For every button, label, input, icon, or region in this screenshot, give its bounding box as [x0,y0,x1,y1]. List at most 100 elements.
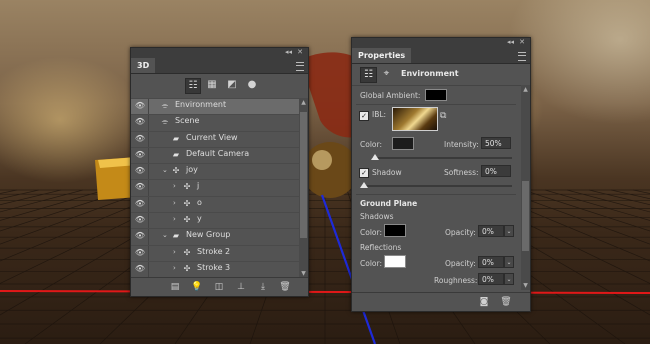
mesh-icon: ✣ [172,166,180,176]
color-label: Color: [360,140,382,149]
visibility-eye-icon[interactable]: 👁 [134,231,146,241]
intensity-field[interactable]: 50% [481,137,511,149]
layer-row[interactable]: 👁 ⌯ Environment [131,98,308,115]
layer-row[interactable]: 👁 ⌄ ✣ joy [131,163,308,180]
new-mesh-icon[interactable]: ◫ [213,281,225,293]
scrollbar-thumb[interactable] [300,112,307,238]
reflections-opacity-dropdown-icon[interactable]: ⌄ [504,256,514,268]
shadows-color-swatch[interactable] [384,224,406,237]
roughness-field[interactable]: 0% [478,273,504,285]
environment-icon[interactable]: ☷ [360,67,377,83]
light-filter-icon[interactable]: ● [245,78,259,92]
collapse-panel-icon[interactable]: ◂◂ [507,38,514,46]
softness-field[interactable]: 0% [481,165,511,177]
grid-line [0,189,106,221]
scroll-up-icon[interactable]: ▲ [299,99,308,106]
grid-line [588,189,650,206]
roughness-label: Roughness: [434,276,478,285]
close-panel-icon[interactable]: ✕ [519,38,525,46]
ground-plane-heading: Ground Plane [360,199,418,208]
layer-row[interactable]: 👁 › ✣ y [131,212,308,229]
camera-icon: ▰ [172,149,180,159]
layer-row[interactable]: 👁 › ✣ j [131,179,308,196]
expanded-arrow-icon[interactable]: ⌄ [162,231,168,239]
properties-scrollbar[interactable]: ▲ ▼ [521,85,530,290]
visibility-eye-icon[interactable]: 👁 [134,264,146,274]
eye-column-divider [148,99,149,115]
close-panel-icon[interactable]: ✕ [297,48,303,56]
new-light-icon[interactable]: 💡 [191,281,203,293]
edit-texture-icon[interactable]: ⧉ [440,111,446,121]
visibility-eye-icon[interactable]: 👁 [134,134,146,144]
visibility-eye-icon[interactable]: 👁 [134,248,146,258]
panel-menu-icon[interactable] [296,62,304,71]
visibility-eye-icon[interactable]: 👁 [134,117,146,127]
visibility-eye-icon[interactable]: 👁 [134,182,146,192]
shadows-opacity-field[interactable]: 0% [478,225,504,237]
collapsed-arrow-icon[interactable]: › [173,199,176,207]
eye-column-divider [148,115,149,131]
layer-row[interactable]: 👁 ⌄ ▰ New Group [131,228,308,245]
render-icon[interactable]: ▤ [169,281,181,293]
layer-row[interactable]: 👁 ⌯ Scene [131,114,308,131]
grid-line [0,189,62,206]
collapsed-arrow-icon[interactable]: › [173,264,176,272]
grid-line [632,189,650,194]
layer-row[interactable]: 👁 ▰ Current View [131,130,308,147]
visibility-eye-icon[interactable]: 👁 [134,215,146,225]
softness-slider-track[interactable] [364,185,512,187]
material-filter-icon[interactable]: ◩ [225,78,239,92]
layer-row[interactable]: 👁 › ✣ Stroke 2 [131,244,308,261]
collapsed-arrow-icon[interactable]: › [173,248,176,256]
visibility-eye-icon[interactable]: 👁 [134,101,146,111]
trash-icon[interactable]: 🗑 [500,296,512,308]
trash-icon[interactable]: 🗑 [279,281,291,293]
collapsed-arrow-icon[interactable]: › [173,215,176,223]
3d-panel: ◂◂ ✕ 3D ☷ ▦ ◩ ● 👁 ⌯ Environment 👁 ⌯ Scene 👁 ▰ Curre… [130,47,309,297]
panel-menu-icon[interactable] [518,52,526,61]
ground-icon[interactable]: ⊥ [235,281,247,293]
softness-slider-knob[interactable] [360,182,368,188]
grid-line [522,189,650,232]
3d-viewport-canvas[interactable] [0,0,650,344]
visibility-eye-icon[interactable]: 👁 [134,166,146,176]
shadow-label: Shadow [372,168,402,177]
coordinates-icon[interactable]: ⌖ [379,67,394,81]
scroll-up-icon[interactable]: ▲ [521,86,530,93]
layer-row[interactable]: 👁 › ✣ Stroke 3 [131,260,308,278]
render-settings-icon[interactable]: ◙ [478,296,490,308]
scroll-down-icon[interactable]: ▼ [521,282,530,289]
ibl-texture-thumbnail[interactable] [392,107,438,131]
reflections-color-swatch[interactable] [384,255,406,268]
tab-properties[interactable]: Properties [352,48,412,63]
layer-label: y [197,214,202,224]
eye-column-divider [148,196,149,213]
collapse-panel-icon[interactable]: ◂◂ [285,48,292,56]
global-ambient-swatch[interactable] [425,89,447,101]
scroll-down-icon[interactable]: ▼ [299,270,308,277]
layer-list-scrollbar[interactable]: ▲ ▼ [299,98,308,278]
ibl-checkbox[interactable]: ✓ [359,111,369,121]
intensity-slider-track[interactable] [372,157,512,159]
shadows-opacity-dropdown-icon[interactable]: ⌄ [504,225,514,237]
ibl-color-swatch[interactable] [392,137,414,150]
tab-3d[interactable]: 3D [131,58,156,73]
layer-row[interactable]: 👁 ▰ Default Camera [131,146,308,164]
layer-label: Current View [186,132,238,142]
reflections-opacity-field[interactable]: 0% [478,256,504,268]
roughness-dropdown-icon[interactable]: ⌄ [504,273,514,285]
scrollbar-thumb[interactable] [522,181,529,251]
drop-to-plane-icon[interactable]: ⤓ [257,281,269,293]
expanded-arrow-icon[interactable]: ⌄ [162,166,168,174]
global-ambient-label: Global Ambient: [360,91,421,100]
grid-line [0,189,128,232]
shadow-checkbox[interactable]: ✓ [359,168,369,178]
intensity-slider-knob[interactable] [370,154,379,160]
layer-label: Environment [175,100,227,109]
collapsed-arrow-icon[interactable]: › [173,182,176,190]
mesh-filter-icon[interactable]: ▦ [205,78,219,92]
visibility-eye-icon[interactable]: 👁 [134,199,146,209]
layer-row[interactable]: 👁 › ✣ o [131,195,308,213]
visibility-eye-icon[interactable]: 👁 [134,150,146,160]
scene-filter-icon[interactable]: ☷ [185,78,201,94]
